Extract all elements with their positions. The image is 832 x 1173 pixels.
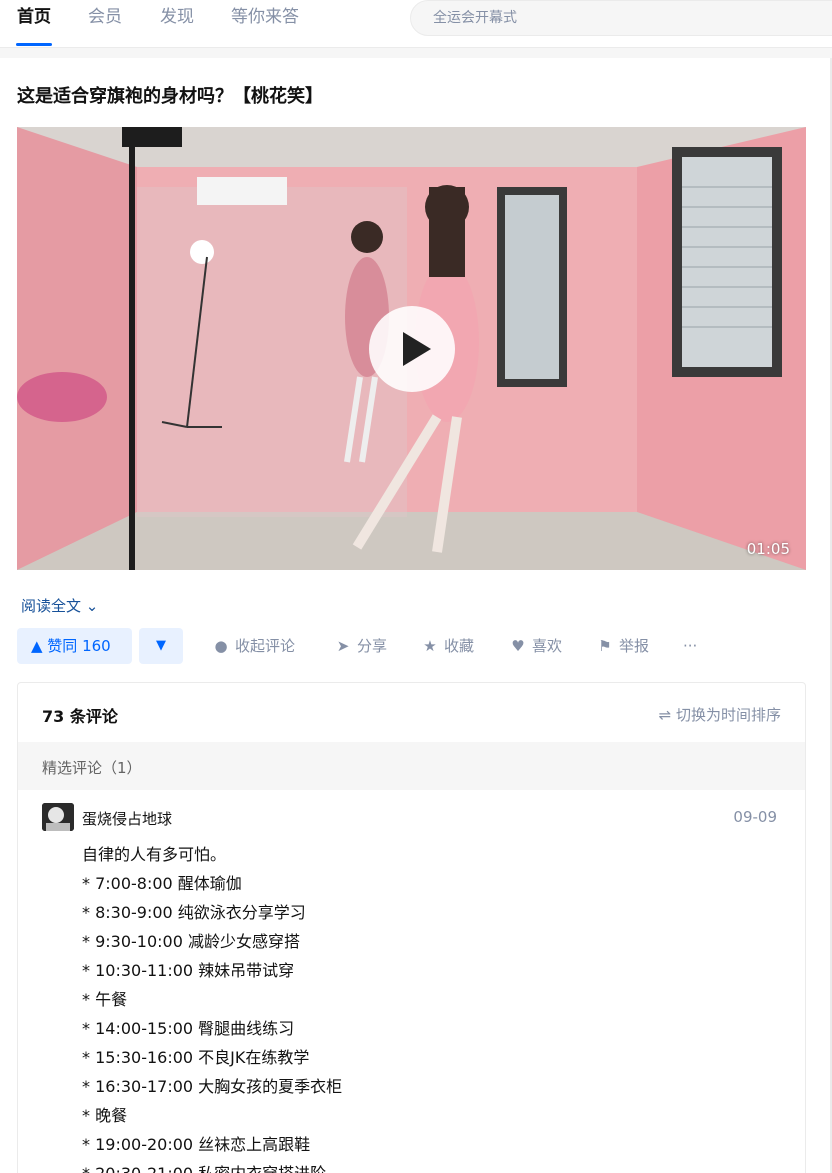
video-player[interactable]: 01:05 bbox=[17, 127, 806, 570]
comment-line: * 7:00-8:00 醒体瑜伽 bbox=[82, 874, 242, 893]
search-input[interactable]: 全运会开幕式 bbox=[410, 0, 832, 36]
comment-icon: ● bbox=[214, 637, 228, 655]
comment-line: * 15:30-16:00 不良JK在练教学 bbox=[82, 1048, 310, 1067]
share-label: 分享 bbox=[357, 637, 388, 655]
comment-line: * 20:30-21:00 私密内衣穿搭进阶 bbox=[82, 1159, 762, 1173]
comment-date: 09-09 bbox=[733, 808, 777, 826]
top-nav: 首页 会员 发现 等你来答 全运会开幕式 bbox=[0, 0, 832, 48]
comment-content: 自律的人有多可怕。 * 7:00-8:00 醒体瑜伽 * 8:30-9:00 纯… bbox=[82, 840, 762, 1173]
like-label: 喜欢 bbox=[532, 637, 563, 655]
tab-home[interactable]: 首页 bbox=[17, 4, 51, 30]
share-button[interactable]: ➤ 分享 bbox=[335, 628, 387, 664]
tab-discover[interactable]: 发现 bbox=[160, 4, 194, 30]
comment-line: * 14:00-15:00 臀腿曲线练习 bbox=[82, 1019, 295, 1038]
comment-line: * 8:30-9:00 纯欲泳衣分享学习 bbox=[82, 903, 306, 922]
divider bbox=[0, 48, 832, 58]
heart-icon: ♥ bbox=[511, 637, 525, 655]
comment-line: * 晚餐 bbox=[82, 1106, 128, 1125]
report-button[interactable]: ⚑ 举报 bbox=[597, 628, 649, 664]
tab-membership[interactable]: 会员 bbox=[88, 4, 122, 30]
comment-line: * 19:00-20:00 丝袜恋上高跟鞋 bbox=[82, 1135, 311, 1154]
like-button[interactable]: ♥ 喜欢 bbox=[510, 628, 562, 664]
featured-comments-header: 精选评论（1） bbox=[18, 742, 805, 790]
flag-icon: ⚑ bbox=[598, 637, 612, 655]
comment-line: * 9:30-10:00 减龄少女感穿搭 bbox=[82, 932, 300, 951]
report-label: 举报 bbox=[619, 637, 650, 655]
comment-line: * 16:30-17:00 大胸女孩的夏季衣柜 bbox=[82, 1077, 343, 1096]
collapse-comments-button[interactable]: ● 收起评论 bbox=[213, 628, 295, 664]
star-icon: ★ bbox=[423, 637, 437, 655]
paper-plane-icon: ➤ bbox=[336, 637, 350, 655]
tab-waiting-answers[interactable]: 等你来答 bbox=[231, 4, 299, 30]
video-duration: 01:05 bbox=[746, 540, 790, 558]
avatar[interactable] bbox=[42, 803, 74, 831]
featured-comments-label: 精选评论（1） bbox=[42, 759, 142, 777]
active-tab-indicator bbox=[16, 43, 52, 46]
collapse-comments-label: 收起评论 bbox=[235, 637, 296, 655]
more-button[interactable]: ··· bbox=[683, 628, 697, 664]
avatar-image bbox=[42, 803, 74, 831]
comment-line: * 午餐 bbox=[82, 990, 128, 1009]
favorite-label: 收藏 bbox=[444, 637, 475, 655]
read-all-link[interactable]: 阅读全文 ⌄ bbox=[21, 595, 98, 617]
downvote-button[interactable]: ▼ bbox=[139, 628, 183, 664]
comment-line: 自律的人有多可怕。 bbox=[82, 845, 227, 864]
play-button[interactable] bbox=[369, 306, 455, 392]
sort-toggle-button[interactable]: ⇌ 切换为时间排序 bbox=[659, 704, 781, 725]
comment-author[interactable]: 蛋烧侵占地球 bbox=[82, 808, 172, 829]
comments-panel: 73 条评论 ⇌ 切换为时间排序 精选评论（1） 蛋烧侵占地球 09-09 自律… bbox=[17, 682, 806, 1173]
comment-count: 73 条评论 bbox=[42, 707, 118, 726]
favorite-button[interactable]: ★ 收藏 bbox=[422, 628, 474, 664]
play-icon bbox=[403, 332, 431, 366]
question-title[interactable]: 这是适合穿旗袍的身材吗？【桃花笑】 bbox=[17, 84, 323, 110]
upvote-button[interactable]: ▲ 赞同 160 bbox=[17, 628, 132, 664]
comment-line: * 10:30-11:00 辣妹吊带试穿 bbox=[82, 961, 295, 980]
